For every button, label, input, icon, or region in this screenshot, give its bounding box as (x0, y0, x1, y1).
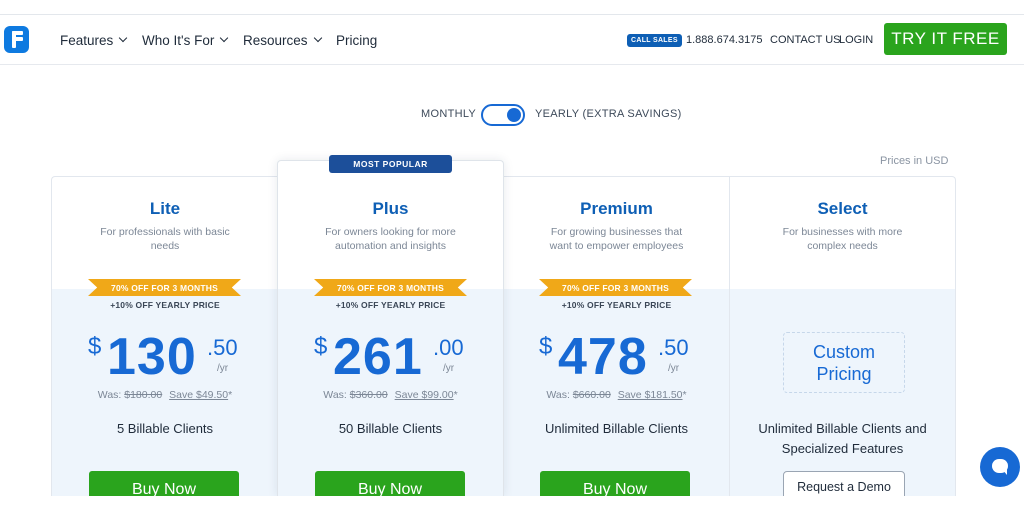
save-amount: Save $49.50 (169, 389, 229, 401)
phone-number-text: 1.888.674.3175 (686, 34, 763, 46)
was-label: Was: (323, 389, 347, 401)
price-display: $ 130 .50 /yr (52, 327, 278, 387)
monthly-label[interactable]: MONTHLY (421, 108, 476, 120)
yearly-label[interactable]: YEARLY (EXTRA SAVINGS) (535, 108, 682, 120)
billable-clients: Unlimited Billable Clients and Specializ… (730, 419, 955, 459)
freshbooks-logo-icon[interactable] (4, 26, 29, 53)
billable-clients: Unlimited Billable Clients (544, 421, 689, 436)
chevron-down-icon (220, 33, 229, 43)
save-amount: Save $99.00 (394, 389, 454, 401)
most-popular-badge: MOST POPULAR (329, 155, 452, 173)
chevron-down-icon (313, 33, 322, 43)
contact-us-link[interactable]: CONTACT US (770, 15, 841, 65)
main-nav: Features (60, 15, 128, 65)
currency-note: Prices in USD (880, 155, 949, 167)
main-nav-4: Pricing (336, 15, 377, 65)
login-link[interactable]: LOGIN (839, 15, 873, 65)
was-price-line: Was: $180.00 Save $49.50* (52, 389, 278, 401)
extra-discount: +10% OFF YEARLY PRICE (335, 300, 446, 310)
currency-symbol: $ (314, 333, 328, 360)
nav-features[interactable]: Features (60, 32, 128, 48)
try-it-free-button[interactable]: TRY IT FREE (884, 23, 1007, 55)
billable-clients: 5 Billable Clients (116, 421, 214, 436)
currency-symbol: $ (539, 333, 553, 360)
price-amount: 130 (107, 328, 197, 386)
chat-bubble-icon[interactable] (980, 447, 1020, 487)
plan-description: For owners looking for more automation a… (325, 226, 456, 252)
plan-name: Premium (580, 199, 653, 218)
save-amount: Save $181.50 (617, 389, 683, 401)
plan-name: Lite (149, 199, 181, 218)
plan-description: For growing businesses that want to empo… (549, 226, 684, 252)
promo-ribbon: 70% OFF FOR 3 MONTHS (314, 279, 467, 296)
main-nav-3: Resources (243, 15, 322, 65)
nav-resources-label: Resources (243, 32, 308, 48)
plan-card-lite: Lite For professionals with basic needs … (51, 176, 278, 505)
extra-discount: +10% OFF YEARLY PRICE (561, 300, 672, 310)
chevron-down-icon (119, 33, 128, 43)
price-display: $ 478 .50 /yr (503, 327, 730, 387)
nav-resources[interactable]: Resources (243, 32, 322, 48)
asterisk: * (682, 389, 687, 401)
extra-discount: +10% OFF YEARLY PRICE (110, 300, 220, 310)
promo-ribbon: 70% OFF FOR 3 MONTHS (539, 279, 692, 296)
nav-who-label: Who It's For (142, 32, 215, 48)
plan-card-premium: Premium For growing businesses that want… (503, 176, 730, 505)
contact-us-label: CONTACT US (770, 34, 841, 46)
phone-number[interactable]: 1.888.674.3175 (686, 15, 762, 65)
was-label: Was: (97, 389, 122, 401)
plan-name: Plus (372, 199, 409, 218)
price-period: /yr (217, 363, 229, 374)
site-header: Features Who It's For Resources Pricing … (0, 15, 1024, 65)
was-price: $180.00 (124, 389, 163, 401)
call-sales-badge: CALL SALES (627, 33, 682, 47)
call-sales[interactable]: CALL SALES (627, 15, 682, 65)
was-label: Was: (546, 389, 570, 401)
plan-description: For professionals with basic needs (100, 226, 230, 252)
plan-card-plus: MOST POPULAR Plus For owners looking for… (277, 155, 504, 505)
price-period: /yr (443, 363, 455, 374)
was-price: $360.00 (349, 389, 388, 401)
billable-clients: 50 Billable Clients (338, 421, 443, 436)
clients-line2: Specialized Features (781, 441, 904, 456)
main-nav-2: Who It's For (142, 15, 229, 65)
billing-toggle[interactable] (481, 104, 525, 126)
price-amount: 478 (558, 328, 648, 386)
chat-bubble-tail (1002, 469, 1007, 475)
was-price: $660.00 (572, 389, 611, 401)
price-display: $ 261 .00 /yr (278, 327, 503, 387)
nav-pricing-label: Pricing (336, 32, 378, 48)
asterisk: * (228, 389, 233, 401)
viewport-bottom (0, 496, 1024, 512)
nav-who-its-for[interactable]: Who It's For (142, 32, 229, 48)
price-cents: .50 (658, 335, 689, 360)
login-label: LOGIN (839, 34, 874, 46)
price-cents: .50 (207, 335, 238, 360)
was-price-line: Was: $360.00 Save $99.00* (278, 389, 503, 401)
promo-ribbon: 70% OFF FOR 3 MONTHS (88, 279, 241, 296)
price-cents: .00 (433, 335, 464, 360)
plan-description: For businesses with more complex needs (782, 226, 903, 252)
asterisk: * (453, 389, 458, 401)
price-period: /yr (668, 363, 680, 374)
billing-toggle-row: MONTHLY YEARLY (EXTRA SAVINGS) (0, 104, 1024, 126)
toggle-knob (507, 108, 521, 122)
plan-card-select: Select For businesses with more complex … (729, 176, 956, 503)
custom-pricing-line1: Custom (812, 341, 875, 362)
custom-pricing-box: Custom Pricing (783, 332, 905, 393)
price-amount: 261 (333, 328, 423, 386)
clients-line1: Unlimited Billable Clients and (758, 421, 927, 436)
plan-name: Select (817, 199, 868, 218)
custom-pricing-line2: Pricing (816, 363, 872, 384)
nav-pricing[interactable]: Pricing (336, 33, 377, 48)
currency-symbol: $ (88, 333, 102, 360)
was-price-line: Was: $660.00 Save $181.50* (503, 389, 730, 401)
nav-features-label: Features (60, 32, 114, 48)
